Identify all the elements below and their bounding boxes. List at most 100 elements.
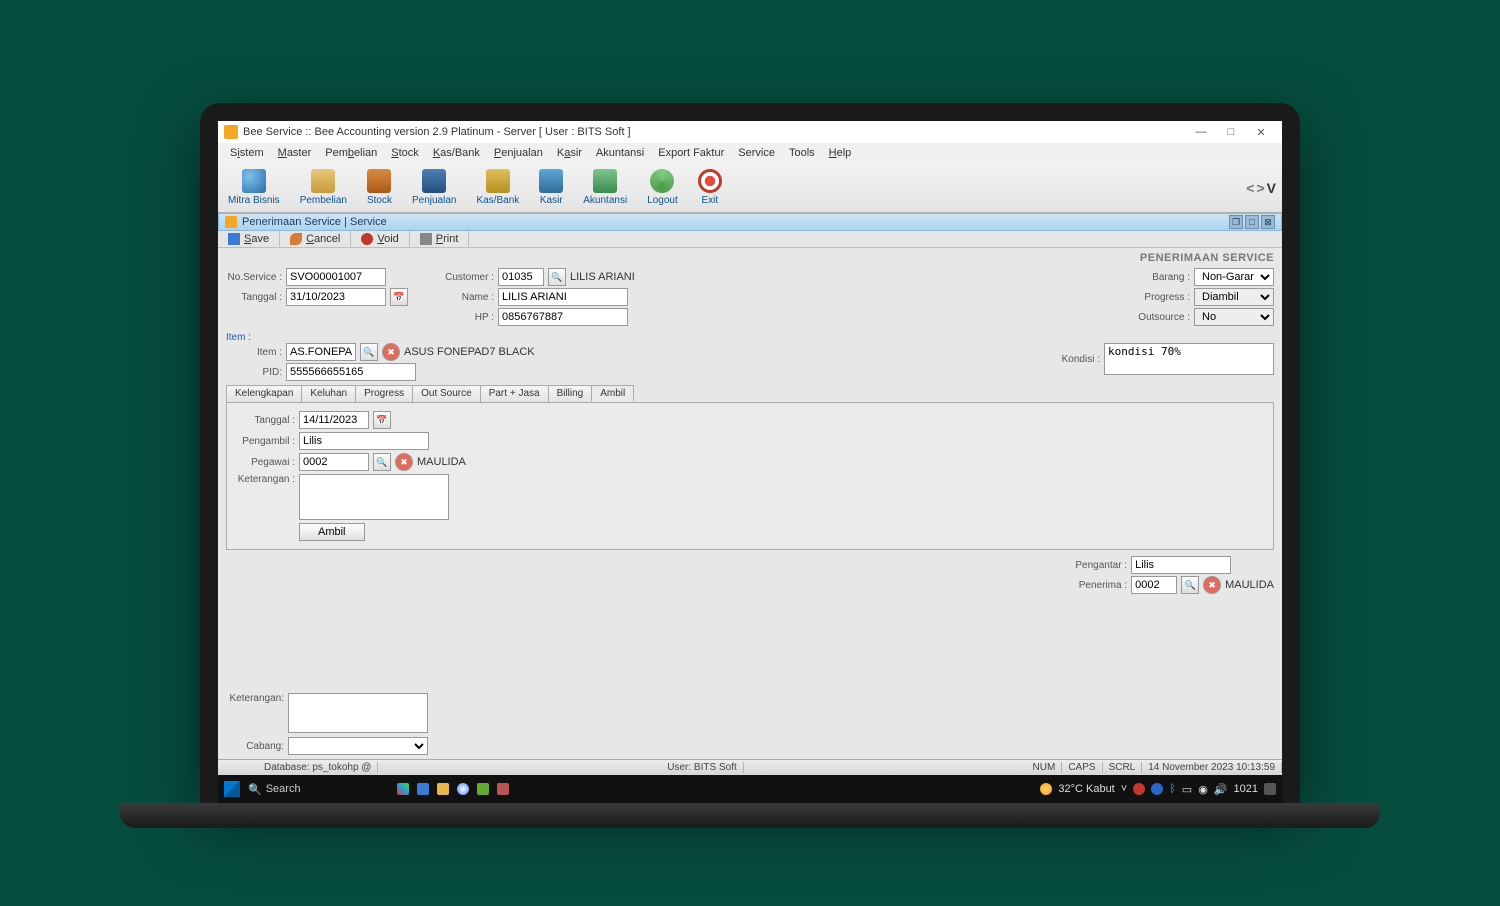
toolbar-mitrabisnis[interactable]: Mitra Bisnis xyxy=(218,163,290,212)
inner-restore-button[interactable]: ❐ xyxy=(1229,215,1243,229)
item-lookup-icon[interactable]: 🔍 xyxy=(360,343,378,361)
keterangan-input[interactable] xyxy=(299,474,449,520)
inner-close-button[interactable]: ⊠ xyxy=(1261,215,1275,229)
print-button[interactable]: Print xyxy=(410,231,470,247)
battery-icon[interactable]: ▭ xyxy=(1182,783,1192,796)
keterangan2-input[interactable] xyxy=(288,693,428,733)
toolbar-logout[interactable]: Logout xyxy=(637,163,688,212)
item-code-input[interactable] xyxy=(286,343,356,361)
statusbar: Database: ps_tokohp @ User: BITS Soft NU… xyxy=(218,759,1282,775)
cancel-button[interactable]: Cancel xyxy=(280,231,351,247)
close-button[interactable]: ✕ xyxy=(1246,123,1276,141)
tab-keluhan[interactable]: Keluhan xyxy=(301,385,356,402)
ambil-calendar-icon[interactable]: 📅 xyxy=(373,411,391,429)
nav-v[interactable]: V xyxy=(1267,180,1276,196)
tray-icon-2[interactable] xyxy=(1151,783,1163,795)
pegawai-code-input[interactable] xyxy=(299,453,369,471)
menu-tools[interactable]: Tools xyxy=(783,145,821,161)
sound-icon[interactable]: 🔊 xyxy=(1214,783,1228,796)
toolbar-kasir[interactable]: Kasir xyxy=(529,163,573,212)
menu-akuntansi[interactable]: Akuntansi xyxy=(590,145,650,161)
pengantar-input[interactable] xyxy=(1131,556,1231,574)
pengantar-label: Pengantar : xyxy=(1072,560,1127,571)
outsource-select[interactable]: No xyxy=(1194,308,1274,326)
tab-ambil[interactable]: Ambil xyxy=(591,385,634,402)
kasbank-icon xyxy=(486,169,510,193)
lookup-icon[interactable]: 🔍 xyxy=(548,268,566,286)
toolbar-akuntansi[interactable]: Akuntansi xyxy=(573,163,637,212)
cabang-select[interactable] xyxy=(288,737,428,755)
progress-label: Progress : xyxy=(1138,292,1190,303)
toolbar-penjualan[interactable]: Penjualan xyxy=(402,163,466,212)
item-clear-icon[interactable]: ✖ xyxy=(382,343,400,361)
customer-name-inline: LILIS ARIANI xyxy=(570,271,635,283)
penerima-name: MAULIDA xyxy=(1225,579,1274,591)
pengambil-input[interactable] xyxy=(299,432,429,450)
no-service-input[interactable] xyxy=(286,268,386,286)
taskbar-app-4[interactable] xyxy=(457,783,469,795)
tab-progress[interactable]: Progress xyxy=(355,385,413,402)
bluetooth-icon[interactable]: ᛒ xyxy=(1169,783,1176,795)
kondisi-input[interactable]: kondisi 70% xyxy=(1104,343,1274,375)
tanggal-input[interactable] xyxy=(286,288,386,306)
menu-help[interactable]: Help xyxy=(823,145,858,161)
penerima-clear-icon[interactable]: ✖ xyxy=(1203,576,1221,594)
window-title: Bee Service :: Bee Accounting version 2.… xyxy=(243,126,631,138)
pegawai-clear-icon[interactable]: ✖ xyxy=(395,453,413,471)
tab-kelengkapan[interactable]: Kelengkapan xyxy=(226,385,302,402)
progress-select[interactable]: Diambil xyxy=(1194,288,1274,306)
taskbar-search[interactable]: 🔍Search xyxy=(248,783,301,796)
taskbar-app-2[interactable] xyxy=(417,783,429,795)
wifi-icon[interactable]: ◉ xyxy=(1198,783,1208,796)
toolbar-stock[interactable]: Stock xyxy=(357,163,402,212)
windows-taskbar: 🔍Search 32°C Kabut ˅ ᛒ ▭ ◉ 🔊 1021 xyxy=(218,775,1282,803)
start-button[interactable] xyxy=(224,781,240,797)
form-content: PENERIMAAN SERVICE No.Service : Tanggal … xyxy=(218,248,1282,759)
taskbar-app-6[interactable] xyxy=(497,783,509,795)
inner-max-button[interactable]: □ xyxy=(1245,215,1259,229)
name-input[interactable] xyxy=(498,288,628,306)
minimize-button[interactable]: — xyxy=(1186,123,1216,141)
tab-partjasa[interactable]: Part + Jasa xyxy=(480,385,549,402)
taskbar-app-3[interactable] xyxy=(437,783,449,795)
menu-kasir[interactable]: Kasir xyxy=(551,145,588,161)
pegawai-lookup-icon[interactable]: 🔍 xyxy=(373,453,391,471)
penerima-lookup-icon[interactable]: 🔍 xyxy=(1181,576,1199,594)
penerima-code-input[interactable] xyxy=(1131,576,1177,594)
form-header-caption: PENERIMAAN SERVICE xyxy=(226,252,1274,264)
nav-next[interactable]: > xyxy=(1256,180,1264,196)
toolbar-pembelian[interactable]: Pembelian xyxy=(290,163,357,212)
pid-input[interactable] xyxy=(286,363,416,381)
calendar-icon[interactable]: 📅 xyxy=(390,288,408,306)
notification-icon[interactable] xyxy=(1264,783,1276,795)
nav-prev[interactable]: < xyxy=(1246,180,1254,196)
save-button[interactable]: Save xyxy=(218,231,280,247)
toolbar-exit[interactable]: Exit xyxy=(688,163,732,212)
toolbar-kasbank[interactable]: Kas/Bank xyxy=(466,163,529,212)
menu-sistem[interactable]: Sistem xyxy=(224,145,270,161)
menu-service[interactable]: Service xyxy=(732,145,781,161)
taskbar-app-1[interactable] xyxy=(397,783,409,795)
menu-stock[interactable]: Stock xyxy=(385,145,425,161)
menu-exportfaktur[interactable]: Export Faktur xyxy=(652,145,730,161)
barang-select[interactable]: Non-Garansi xyxy=(1194,268,1274,286)
mitrabisnis-icon xyxy=(242,169,266,193)
tab-outsource[interactable]: Out Source xyxy=(412,385,481,402)
ambil-button[interactable]: Ambil xyxy=(299,523,365,541)
maximize-button[interactable]: □ xyxy=(1216,123,1246,141)
menu-kasbank[interactable]: Kas/Bank xyxy=(427,145,486,161)
menu-penjualan[interactable]: Penjualan xyxy=(488,145,549,161)
menu-master[interactable]: Master xyxy=(272,145,318,161)
keterangan2-label: Keterangan: xyxy=(226,693,284,704)
name-label: Name : xyxy=(438,292,494,303)
tray-chevron-icon[interactable]: ˅ xyxy=(1121,783,1127,795)
hp-input[interactable] xyxy=(498,308,628,326)
taskbar-app-5[interactable] xyxy=(477,783,489,795)
tab-billing[interactable]: Billing xyxy=(548,385,593,402)
laptop-frame: Bee Service :: Bee Accounting version 2.… xyxy=(200,103,1300,803)
void-button[interactable]: Void xyxy=(351,231,409,247)
customer-code-input[interactable] xyxy=(498,268,544,286)
tray-icon-1[interactable] xyxy=(1133,783,1145,795)
ambil-tanggal-input[interactable] xyxy=(299,411,369,429)
menu-pembelian[interactable]: Pembelian xyxy=(319,145,383,161)
